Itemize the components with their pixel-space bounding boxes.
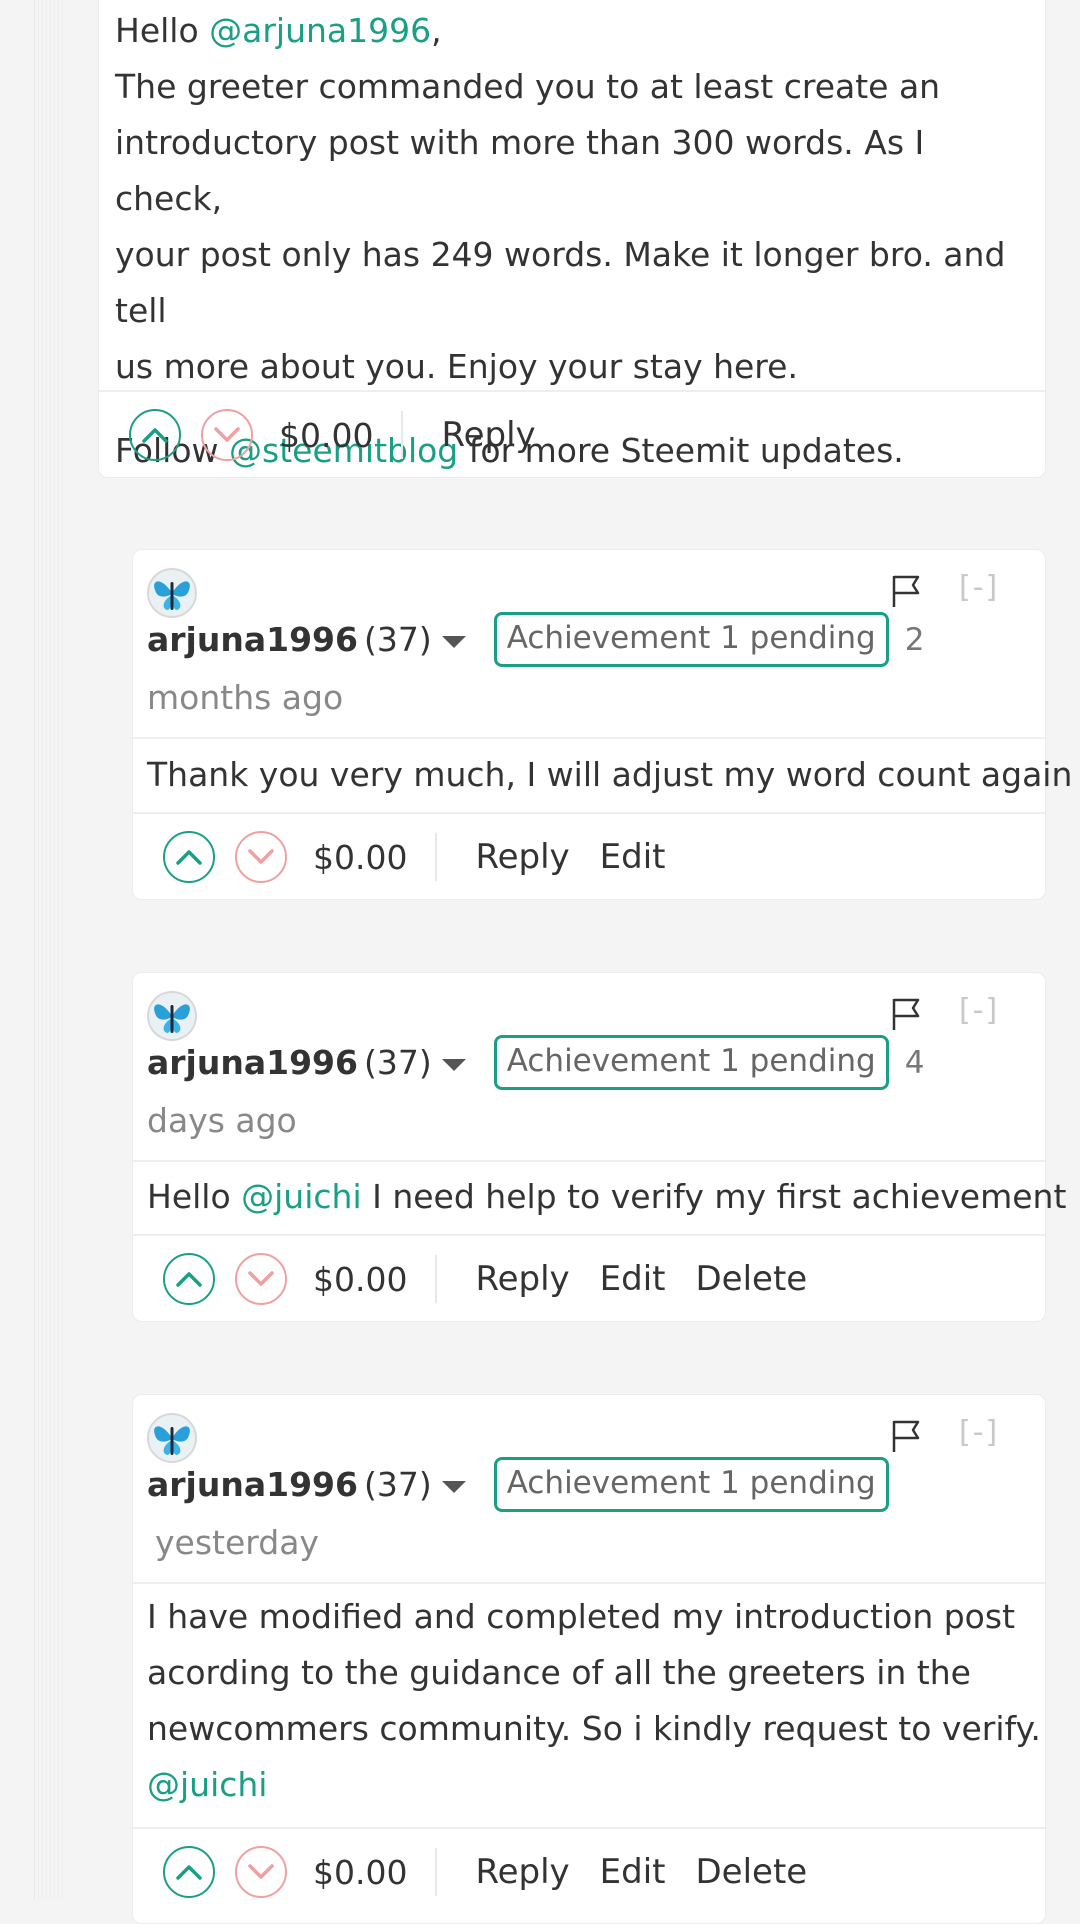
author-line: arjuna1996 (37) Achievement 1 pending: [147, 1457, 889, 1512]
edit-button[interactable]: Edit: [600, 837, 666, 877]
collapse-toggle[interactable]: [-]: [959, 993, 999, 1028]
author-name[interactable]: arjuna1996: [147, 1043, 358, 1082]
chevron-down-icon[interactable]: [441, 635, 466, 648]
body-text: I need help to verify my first achieveme…: [361, 1177, 1067, 1216]
parent-comment-card: Hello @arjuna1996, The greeter commanded…: [98, 0, 1046, 478]
avatar[interactable]: [147, 1413, 197, 1463]
greeting-line: Hello @arjuna1996,: [115, 3, 1035, 59]
payout-amount[interactable]: $0.00: [313, 1853, 407, 1892]
reputation-score: (37): [363, 1043, 432, 1082]
thread-indent-rail: [34, 0, 66, 1900]
edit-button[interactable]: Edit: [600, 1852, 666, 1892]
delete-button[interactable]: Delete: [696, 1259, 808, 1299]
divider: [133, 737, 1045, 739]
action-separator: [435, 1848, 438, 1896]
reply-actions-bar: $0.00 Reply Edit Delete: [133, 1236, 1045, 1322]
author-line: arjuna1996 (37) Achievement 1 pending 2: [147, 612, 924, 667]
timestamp-prefix: 2: [904, 621, 925, 658]
body-line: The greeter commanded you to at least cr…: [115, 67, 941, 106]
achievement-badge[interactable]: Achievement 1 pending: [493, 612, 889, 667]
payout-amount[interactable]: $0.00: [313, 838, 407, 877]
timestamp[interactable]: months ago: [147, 678, 343, 717]
body-line: introductory post with more than 300 wor…: [115, 123, 925, 218]
flag-icon[interactable]: [891, 574, 921, 608]
upvote-icon[interactable]: [163, 1846, 215, 1898]
action-separator: [435, 833, 438, 881]
timestamp-prefix: 4: [904, 1044, 925, 1081]
reply-button[interactable]: Reply: [441, 415, 535, 455]
downvote-icon[interactable]: [235, 1253, 287, 1305]
reply-body: Hello @juichi I need help to verify my f…: [147, 1169, 1066, 1225]
author-name[interactable]: arjuna1996: [147, 620, 358, 659]
downvote-icon[interactable]: [235, 1846, 287, 1898]
payout-amount[interactable]: $0.00: [279, 416, 373, 455]
greeting-text: Hello: [115, 11, 210, 50]
author-line: arjuna1996 (37) Achievement 1 pending 4: [147, 1035, 924, 1090]
upvote-icon[interactable]: [129, 409, 181, 461]
body-line: I have modified and completed my introdu…: [147, 1597, 1016, 1636]
timestamp[interactable]: days ago: [147, 1101, 297, 1140]
mention-link[interactable]: @arjuna1996: [209, 11, 431, 50]
reply-button[interactable]: Reply: [475, 1259, 569, 1299]
body-line: your post only has 249 words. Make it lo…: [115, 235, 1006, 330]
body-line: us more about you. Enjoy your stay here.: [115, 347, 798, 386]
chevron-down-icon[interactable]: [441, 1058, 466, 1071]
payout-amount[interactable]: $0.00: [313, 1260, 407, 1299]
mention-link[interactable]: @juichi: [147, 1757, 1041, 1813]
avatar[interactable]: [147, 991, 197, 1041]
collapse-toggle[interactable]: [-]: [959, 570, 999, 605]
upvote-icon[interactable]: [163, 1253, 215, 1305]
reputation-score: (37): [363, 1465, 432, 1504]
downvote-icon[interactable]: [235, 831, 287, 883]
reply-card-1: [-] arjuna1996 (37) Achievement 1 pendin…: [132, 549, 1072, 900]
reply-button[interactable]: Reply: [475, 1852, 569, 1892]
reply-actions-bar: $0.00 Reply Edit Delete: [133, 1829, 1045, 1915]
edit-button[interactable]: Edit: [600, 1259, 666, 1299]
reply-body: Thank you very much, I will adjust my wo…: [147, 755, 1073, 794]
reply-button[interactable]: Reply: [475, 837, 569, 877]
reputation-score: (37): [363, 620, 432, 659]
achievement-badge[interactable]: Achievement 1 pending: [493, 1457, 889, 1512]
divider: [133, 1160, 1045, 1162]
mention-link[interactable]: @juichi: [241, 1177, 361, 1216]
achievement-badge[interactable]: Achievement 1 pending: [493, 1035, 889, 1090]
author-name[interactable]: arjuna1996: [147, 1465, 358, 1504]
avatar[interactable]: [147, 568, 197, 618]
flag-icon[interactable]: [891, 1419, 921, 1453]
delete-button[interactable]: Delete: [696, 1852, 808, 1892]
downvote-icon[interactable]: [201, 409, 253, 461]
body-text: Hello: [147, 1177, 242, 1216]
timestamp[interactable]: yesterday: [155, 1523, 319, 1562]
flag-icon[interactable]: [891, 997, 921, 1031]
chevron-down-icon[interactable]: [441, 1480, 466, 1493]
parent-actions-bar: $0.00 Reply: [99, 392, 1045, 478]
action-separator: [401, 411, 404, 459]
reply-card-2: [-] arjuna1996 (37) Achievement 1 pendin…: [132, 972, 1066, 1322]
reply-card-3: [-] arjuna1996 (37) Achievement 1 pendin…: [132, 1394, 1046, 1924]
collapse-toggle[interactable]: [-]: [959, 1415, 999, 1450]
reply-body: I have modified and completed my introdu…: [147, 1589, 1041, 1813]
body-line: newcommers community. So i kindly reques…: [147, 1709, 1041, 1748]
greeting-comma: ,: [431, 11, 442, 50]
divider: [133, 1582, 1045, 1584]
action-separator: [435, 1255, 438, 1303]
body-line: acording to the guidance of all the gree…: [147, 1653, 971, 1692]
upvote-icon[interactable]: [163, 831, 215, 883]
reply-actions-bar: $0.00 Reply Edit: [133, 814, 1045, 900]
